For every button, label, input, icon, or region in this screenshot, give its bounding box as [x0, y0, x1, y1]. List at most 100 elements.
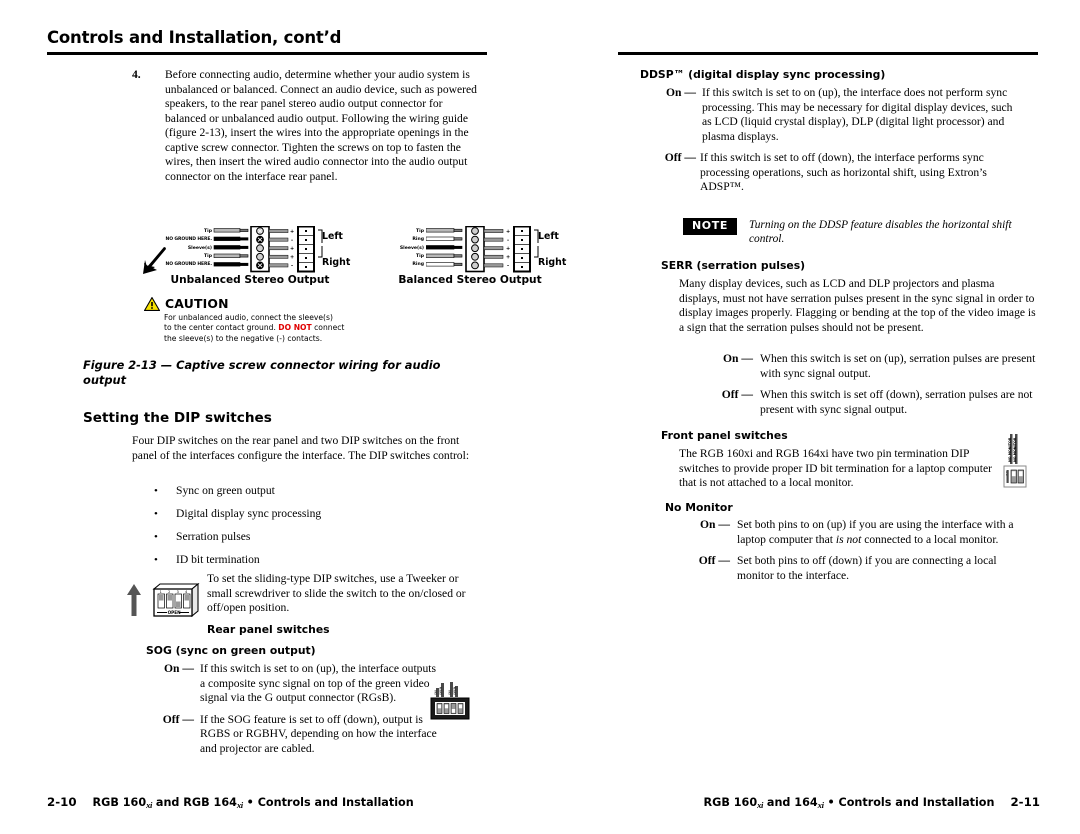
caution-title: CAUTION	[165, 296, 229, 311]
ddsp-off-text: If this switch is set to off (down), the…	[700, 151, 987, 194]
up-arrow-icon	[127, 584, 141, 616]
numbered-step-4: 4. Before connecting audio, determine wh…	[132, 68, 477, 184]
svg-text:+: +	[506, 255, 510, 261]
svg-text:+: +	[290, 255, 294, 261]
footer-text: RGB 160xi and 164xi • Controls and Insta…	[703, 796, 995, 810]
is-not-emphasis: is not	[835, 532, 862, 546]
no-monitor-definitions: On — Set both pins to on (up) if you are…	[682, 518, 1027, 588]
unbalanced-caption: Unbalanced Stereo Output	[170, 274, 330, 286]
front-panel-heading: Front panel switches	[661, 429, 788, 442]
wire-label: Tip	[416, 229, 424, 234]
no-monitor-on-text: Set both pins to on (up) if you are usin…	[737, 518, 1014, 546]
svg-text:-: -	[507, 238, 509, 244]
svg-text:NO MONITOR: NO MONITOR	[1013, 437, 1017, 462]
sog-on-row: On — If this switch is set to on (up), t…	[152, 662, 452, 706]
front-panel-dip-switch-icon: NO MONITOR NO MONITOR ON	[1003, 434, 1027, 488]
note-badge: NOTE	[683, 218, 737, 235]
no-monitor-on-label: On —	[700, 518, 730, 531]
caution-line-2a: to the center contact ground.	[164, 323, 279, 333]
sog-off-row: Off — If the SOG feature is set to off (…	[152, 713, 452, 757]
svg-text:-: -	[291, 238, 293, 244]
wire-label: NO GROUND HERE.	[165, 237, 213, 242]
caution-donot-emphasis: DO NOT	[278, 323, 312, 333]
svg-text:OPEN: OPEN	[453, 687, 457, 695]
wire-label: Ring	[412, 262, 424, 267]
svg-text:ON: ON	[434, 690, 438, 695]
footer-left: 2-10 RGB 160xi and RGB 164xi • Controls …	[47, 795, 414, 810]
serr-definitions: On — When this switch is set on (up), se…	[705, 352, 1050, 422]
list-item: Sync on green output	[132, 484, 452, 499]
unbalanced-diagram: Tip NO GROUND HERE. Sleeve(s) Tip NO GRO…	[156, 225, 350, 286]
ddsp-on-text: If this switch is set to on (up), the in…	[702, 86, 1013, 143]
list-item: Serration pulses	[132, 530, 452, 545]
ddsp-off-row: Off — If this switch is set to off (down…	[648, 151, 1038, 195]
no-monitor-off-row: Off — Set both pins to off (down) if you…	[682, 554, 1027, 583]
sog-definitions: On — If this switch is set to on (up), t…	[152, 662, 452, 761]
figure-caption: Figure 2-13 — Captive screw connector wi…	[83, 358, 441, 387]
warning-triangle-icon	[144, 296, 160, 311]
note-text: Turning on the DDSP feature disables the…	[748, 219, 1012, 246]
svg-text:3: 3	[177, 590, 179, 594]
front-panel-intro-text: The RGB 160xi and RGB 164xi have two pin…	[679, 447, 992, 490]
ddsp-on-row: On — If this switch is set to on (up), t…	[648, 86, 1038, 144]
sog-off-label: Off —	[162, 712, 194, 726]
svg-text:2: 2	[168, 590, 170, 594]
step-number: 4.	[132, 68, 141, 81]
sog-on-label: On —	[164, 662, 194, 675]
wire-label: Tip	[204, 229, 212, 234]
svg-text:OPEN: OPEN	[439, 687, 443, 695]
svg-text:+: +	[506, 229, 510, 235]
serr-off-text: When this switch is set off (down), serr…	[760, 388, 1033, 416]
sog-on-text: If this switch is set to on (up), the in…	[200, 662, 437, 705]
svg-text:1: 1	[160, 590, 162, 594]
serr-off-label: Off —	[721, 388, 753, 402]
caution-header: CAUTION	[144, 296, 404, 311]
ddsp-definitions: On — If this switch is set to on (up), t…	[648, 86, 1038, 200]
channel-label-left: Left	[322, 231, 343, 242]
serr-intro-text: Many display devices, such as LCD and DL…	[679, 277, 1036, 334]
wire-label: Tip	[416, 254, 424, 259]
list-item: Digital display sync processing	[132, 507, 452, 522]
dip-section-heading: Setting the DIP switches	[83, 410, 272, 426]
balanced-diagram: Tip Ring Sleeve(s) Tip Ring + - + + - Le…	[382, 226, 566, 286]
serr-on-text: When this switch is set on (up), serrati…	[760, 352, 1036, 380]
caution-box: CAUTION For unbalanced audio, connect th…	[144, 296, 404, 344]
svg-text:-: -	[507, 263, 509, 269]
svg-text:+: +	[290, 229, 294, 235]
serr-on-row: On — When this switch is set on (up), se…	[705, 352, 1050, 381]
step-text: Before connecting audio, determine wheth…	[165, 68, 477, 183]
right-page: DDSP™ (digital display sync processing) …	[540, 0, 1080, 834]
rear-panel-dip-switch-icon: ON OPEN ON OPEN	[430, 682, 470, 720]
pointer-arrow-icon	[143, 247, 166, 274]
dip-intro-text: Four DIP switches on the rear panel and …	[132, 434, 470, 462]
serr-on-label: On —	[723, 352, 753, 365]
caution-line-3: the sleeve(s) to the negative (-) contac…	[164, 333, 323, 343]
serr-heading: SERR (serration pulses)	[661, 259, 806, 272]
caution-body: For unbalanced audio, connect the sleeve…	[164, 313, 404, 344]
note-box: NOTE Turning on the DDSP feature disable…	[683, 218, 1039, 247]
ddsp-heading: DDSP™ (digital display sync processing)	[640, 68, 886, 81]
no-monitor-heading: No Monitor	[665, 501, 733, 514]
svg-text:-: -	[291, 263, 293, 269]
list-item: ID bit termination	[132, 553, 452, 568]
footer-right: RGB 160xi and 164xi • Controls and Insta…	[704, 795, 1040, 810]
svg-text:+: +	[290, 246, 294, 252]
caution-line-1: For unbalanced audio, connect the sleeve…	[164, 313, 333, 322]
ddsp-off-label: Off —	[664, 151, 696, 165]
header-rule	[47, 52, 487, 55]
page-title: Controls and Installation, cont’d	[47, 28, 342, 47]
channel-label-right: Right	[322, 257, 351, 268]
footer-text: RGB 160xi and RGB 164xi • Controls and I…	[92, 796, 414, 810]
dip-bullet-list: Sync on green output Digital display syn…	[132, 484, 452, 576]
header-rule	[618, 52, 1038, 55]
balanced-caption: Balanced Stereo Output	[398, 274, 542, 286]
serr-off-row: Off — When this switch is set off (down)…	[705, 388, 1050, 417]
svg-text:ON: ON	[448, 690, 452, 695]
svg-text:OPEN: OPEN	[168, 610, 181, 615]
page-number: 2-10	[47, 795, 77, 809]
page-number: 2-11	[1010, 795, 1040, 809]
svg-text:+: +	[506, 246, 510, 252]
sog-off-text: If the SOG feature is set to off (down),…	[200, 712, 437, 755]
dip-tool-text: To set the sliding-type DIP switches, us…	[207, 572, 466, 615]
no-monitor-off-text: Set both pins to off (down) if you are c…	[737, 554, 997, 582]
